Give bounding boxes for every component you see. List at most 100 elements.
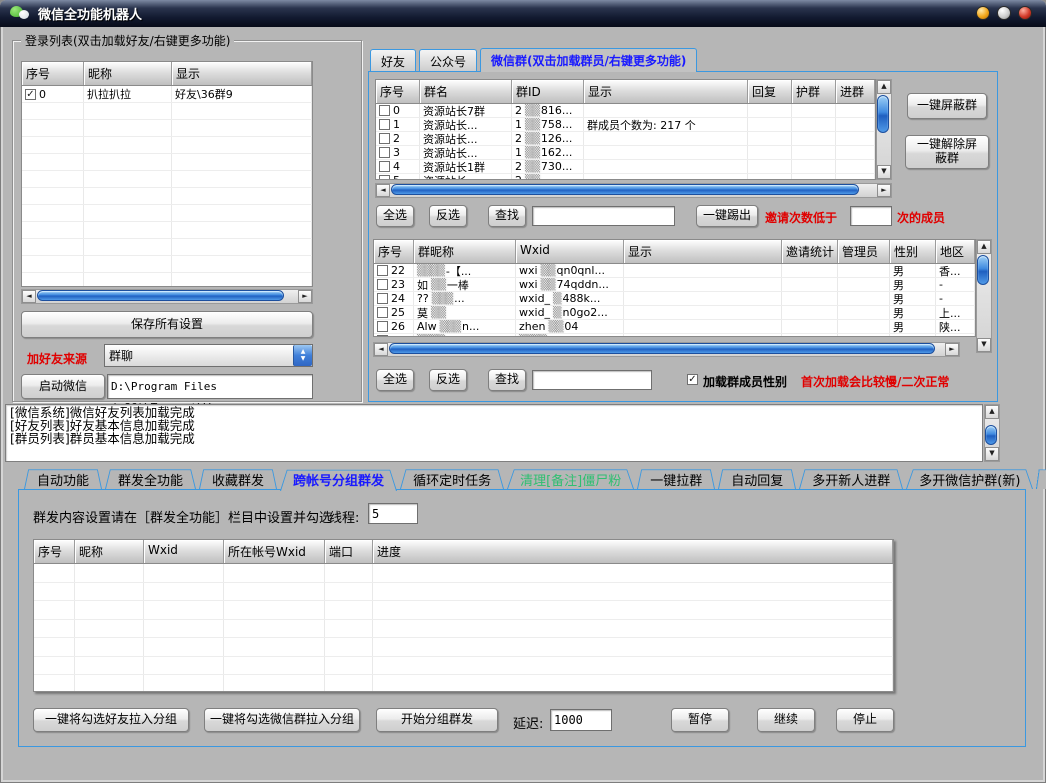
table-row[interactable] — [22, 256, 312, 273]
column-header[interactable]: 显示 — [172, 62, 312, 85]
row-checkbox[interactable] — [379, 133, 390, 144]
log-output[interactable]: [微信系统]微信好友列表加载完成[好友列表]好友基本信息加载完成[群员列表]群员… — [5, 404, 983, 462]
kick-member-button[interactable]: 一键踢出 — [696, 205, 758, 227]
maximize-button[interactable] — [997, 6, 1011, 20]
friend-source-combo[interactable]: 群聊 ▲▼ — [104, 344, 313, 367]
table-row[interactable] — [34, 620, 893, 639]
row-checkbox[interactable] — [379, 147, 390, 158]
table-row[interactable] — [34, 601, 893, 620]
bottom-tab-10[interactable]: 导出 — [1036, 467, 1046, 489]
minimize-button[interactable] — [976, 6, 990, 20]
table-row[interactable]: 2资源站长...2▒▒126... — [376, 132, 875, 146]
start-group-send-button[interactable]: 开始分组群发 — [376, 708, 498, 732]
table-row[interactable]: 24??▒▒▒...wxid_▒488k...男- — [374, 292, 975, 306]
bottom-tab-1[interactable]: 群发全功能 — [105, 467, 196, 489]
bottom-tab-0[interactable]: 自动功能 — [24, 467, 102, 489]
close-button[interactable] — [1018, 6, 1032, 20]
table-row[interactable]: 25莫▒▒wxid_▒n0go2...男上... — [374, 306, 975, 320]
table-row[interactable] — [34, 675, 893, 692]
table-row[interactable] — [22, 137, 312, 154]
column-header[interactable]: 地区 — [936, 240, 975, 263]
column-header[interactable]: 昵称 — [75, 540, 144, 563]
table-row[interactable] — [22, 154, 312, 171]
group-find-button[interactable]: 查找 — [488, 205, 526, 227]
column-header[interactable]: 护群 — [792, 80, 836, 103]
row-checkbox[interactable] — [379, 105, 390, 116]
group-table[interactable]: 序号群名群ID显示回复护群进群0资源站长7群2▒▒816...1资源站长...1… — [375, 79, 876, 180]
thread-count-input[interactable] — [368, 503, 418, 524]
column-header[interactable]: 序号 — [34, 540, 75, 563]
table-row[interactable] — [34, 564, 893, 583]
group-select-all-button[interactable]: 全选 — [376, 205, 414, 227]
table-row[interactable] — [22, 103, 312, 120]
column-header[interactable]: 进群 — [836, 80, 875, 103]
table-row[interactable] — [22, 205, 312, 222]
tab-official-accounts[interactable]: 公众号 — [419, 49, 477, 72]
member-table[interactable]: 序号群昵称Wxid显示邀请统计管理员性别地区22▒▒▒▒-【...wxi▒▒qn… — [373, 239, 976, 337]
send-table[interactable]: 序号昵称Wxid所在帐号Wxid端口进度 — [33, 539, 894, 692]
row-checkbox[interactable] — [377, 279, 388, 290]
bottom-tab-3[interactable]: 跨帐号分组群发 — [280, 467, 397, 489]
bottom-tab-2[interactable]: 收藏群发 — [199, 467, 277, 489]
login-table-hscrollbar[interactable]: ◄ ► — [21, 289, 313, 304]
column-header[interactable]: 管理员 — [838, 240, 890, 263]
column-header[interactable]: Wxid — [516, 240, 624, 263]
column-header[interactable]: 序号 — [376, 80, 420, 103]
scroll-left-icon[interactable]: ◄ — [374, 343, 388, 356]
table-row[interactable] — [22, 273, 312, 287]
column-header[interactable]: 群昵称 — [414, 240, 516, 263]
column-header[interactable]: 端口 — [325, 540, 373, 563]
kick-threshold-input[interactable] — [850, 206, 892, 226]
table-row[interactable] — [34, 583, 893, 602]
login-table[interactable]: 序号昵称显示0扒拉扒拉好友\36群9 — [21, 61, 313, 287]
column-header[interactable]: 显示 — [584, 80, 748, 103]
column-header[interactable]: 所在帐号Wxid — [224, 540, 325, 563]
launch-wechat-button[interactable]: 启动微信 — [21, 374, 105, 399]
column-header[interactable]: 性别 — [890, 240, 936, 263]
member-table-vscrollbar[interactable]: ▲ ▼ — [976, 239, 992, 353]
table-row[interactable]: 0扒拉扒拉好友\36群9 — [22, 86, 312, 103]
column-header[interactable]: 回复 — [748, 80, 792, 103]
group-table-hscrollbar[interactable]: ◄ ► — [375, 183, 892, 198]
column-header[interactable]: 序号 — [374, 240, 414, 263]
add-friends-to-group-button[interactable]: 一键将勾选好友拉入分组 — [33, 708, 189, 732]
column-header[interactable]: 昵称 — [84, 62, 172, 85]
load-gender-checkbox[interactable] — [687, 374, 698, 385]
bottom-tab-4[interactable]: 循环定时任务 — [400, 467, 504, 489]
row-checkbox[interactable] — [379, 175, 390, 180]
table-row[interactable] — [34, 657, 893, 676]
column-header[interactable]: 显示 — [624, 240, 782, 263]
scroll-up-icon[interactable]: ▲ — [977, 240, 991, 254]
row-checkbox[interactable] — [377, 335, 388, 337]
tab-friends[interactable]: 好友 — [370, 49, 416, 72]
table-row[interactable]: 27▒▒▒▒▒▒▒▒男... — [374, 334, 975, 337]
log-vscrollbar[interactable]: ▲ ▼ — [984, 404, 1000, 462]
wechat-path-input[interactable]: D:\Program Files (x86)\Tencent\We — [107, 374, 313, 399]
row-checkbox[interactable] — [377, 321, 388, 332]
table-row[interactable]: 26Alw▒▒▒n...zhen▒▒04男陕... — [374, 320, 975, 334]
row-checkbox[interactable] — [379, 119, 390, 130]
table-row[interactable]: 22▒▒▒▒-【...wxi▒▒qn0qnl...男香... — [374, 264, 975, 278]
column-header[interactable]: 群名 — [420, 80, 512, 103]
unblock-group-button[interactable]: 一键解除屏蔽群 — [905, 135, 989, 169]
bottom-tab-7[interactable]: 自动回复 — [718, 467, 796, 489]
stop-button[interactable]: 停止 — [836, 708, 894, 732]
scroll-left-icon[interactable]: ◄ — [22, 290, 36, 303]
column-header[interactable]: Wxid — [144, 540, 224, 563]
resume-button[interactable]: 继续 — [757, 708, 815, 732]
scroll-down-icon[interactable]: ▼ — [985, 447, 999, 461]
column-header[interactable]: 进度 — [373, 540, 893, 563]
bottom-tab-6[interactable]: 一键拉群 — [637, 467, 715, 489]
scroll-up-icon[interactable]: ▲ — [985, 405, 999, 419]
row-checkbox[interactable] — [25, 89, 36, 100]
scroll-right-icon[interactable]: ► — [298, 290, 312, 303]
scroll-right-icon[interactable]: ► — [945, 343, 959, 356]
bottom-tab-5[interactable]: 清理[备注]僵尸粉 — [507, 467, 634, 489]
tab-wechat-groups[interactable]: 微信群(双击加载群员/右键更多功能) — [480, 48, 697, 72]
block-group-button[interactable]: 一键屏蔽群 — [907, 93, 987, 119]
row-checkbox[interactable] — [377, 307, 388, 318]
table-row[interactable] — [22, 188, 312, 205]
bottom-tab-8[interactable]: 多开新人进群 — [799, 467, 903, 489]
member-find-button[interactable]: 查找 — [488, 369, 526, 391]
save-all-settings-button[interactable]: 保存所有设置 — [21, 311, 313, 338]
